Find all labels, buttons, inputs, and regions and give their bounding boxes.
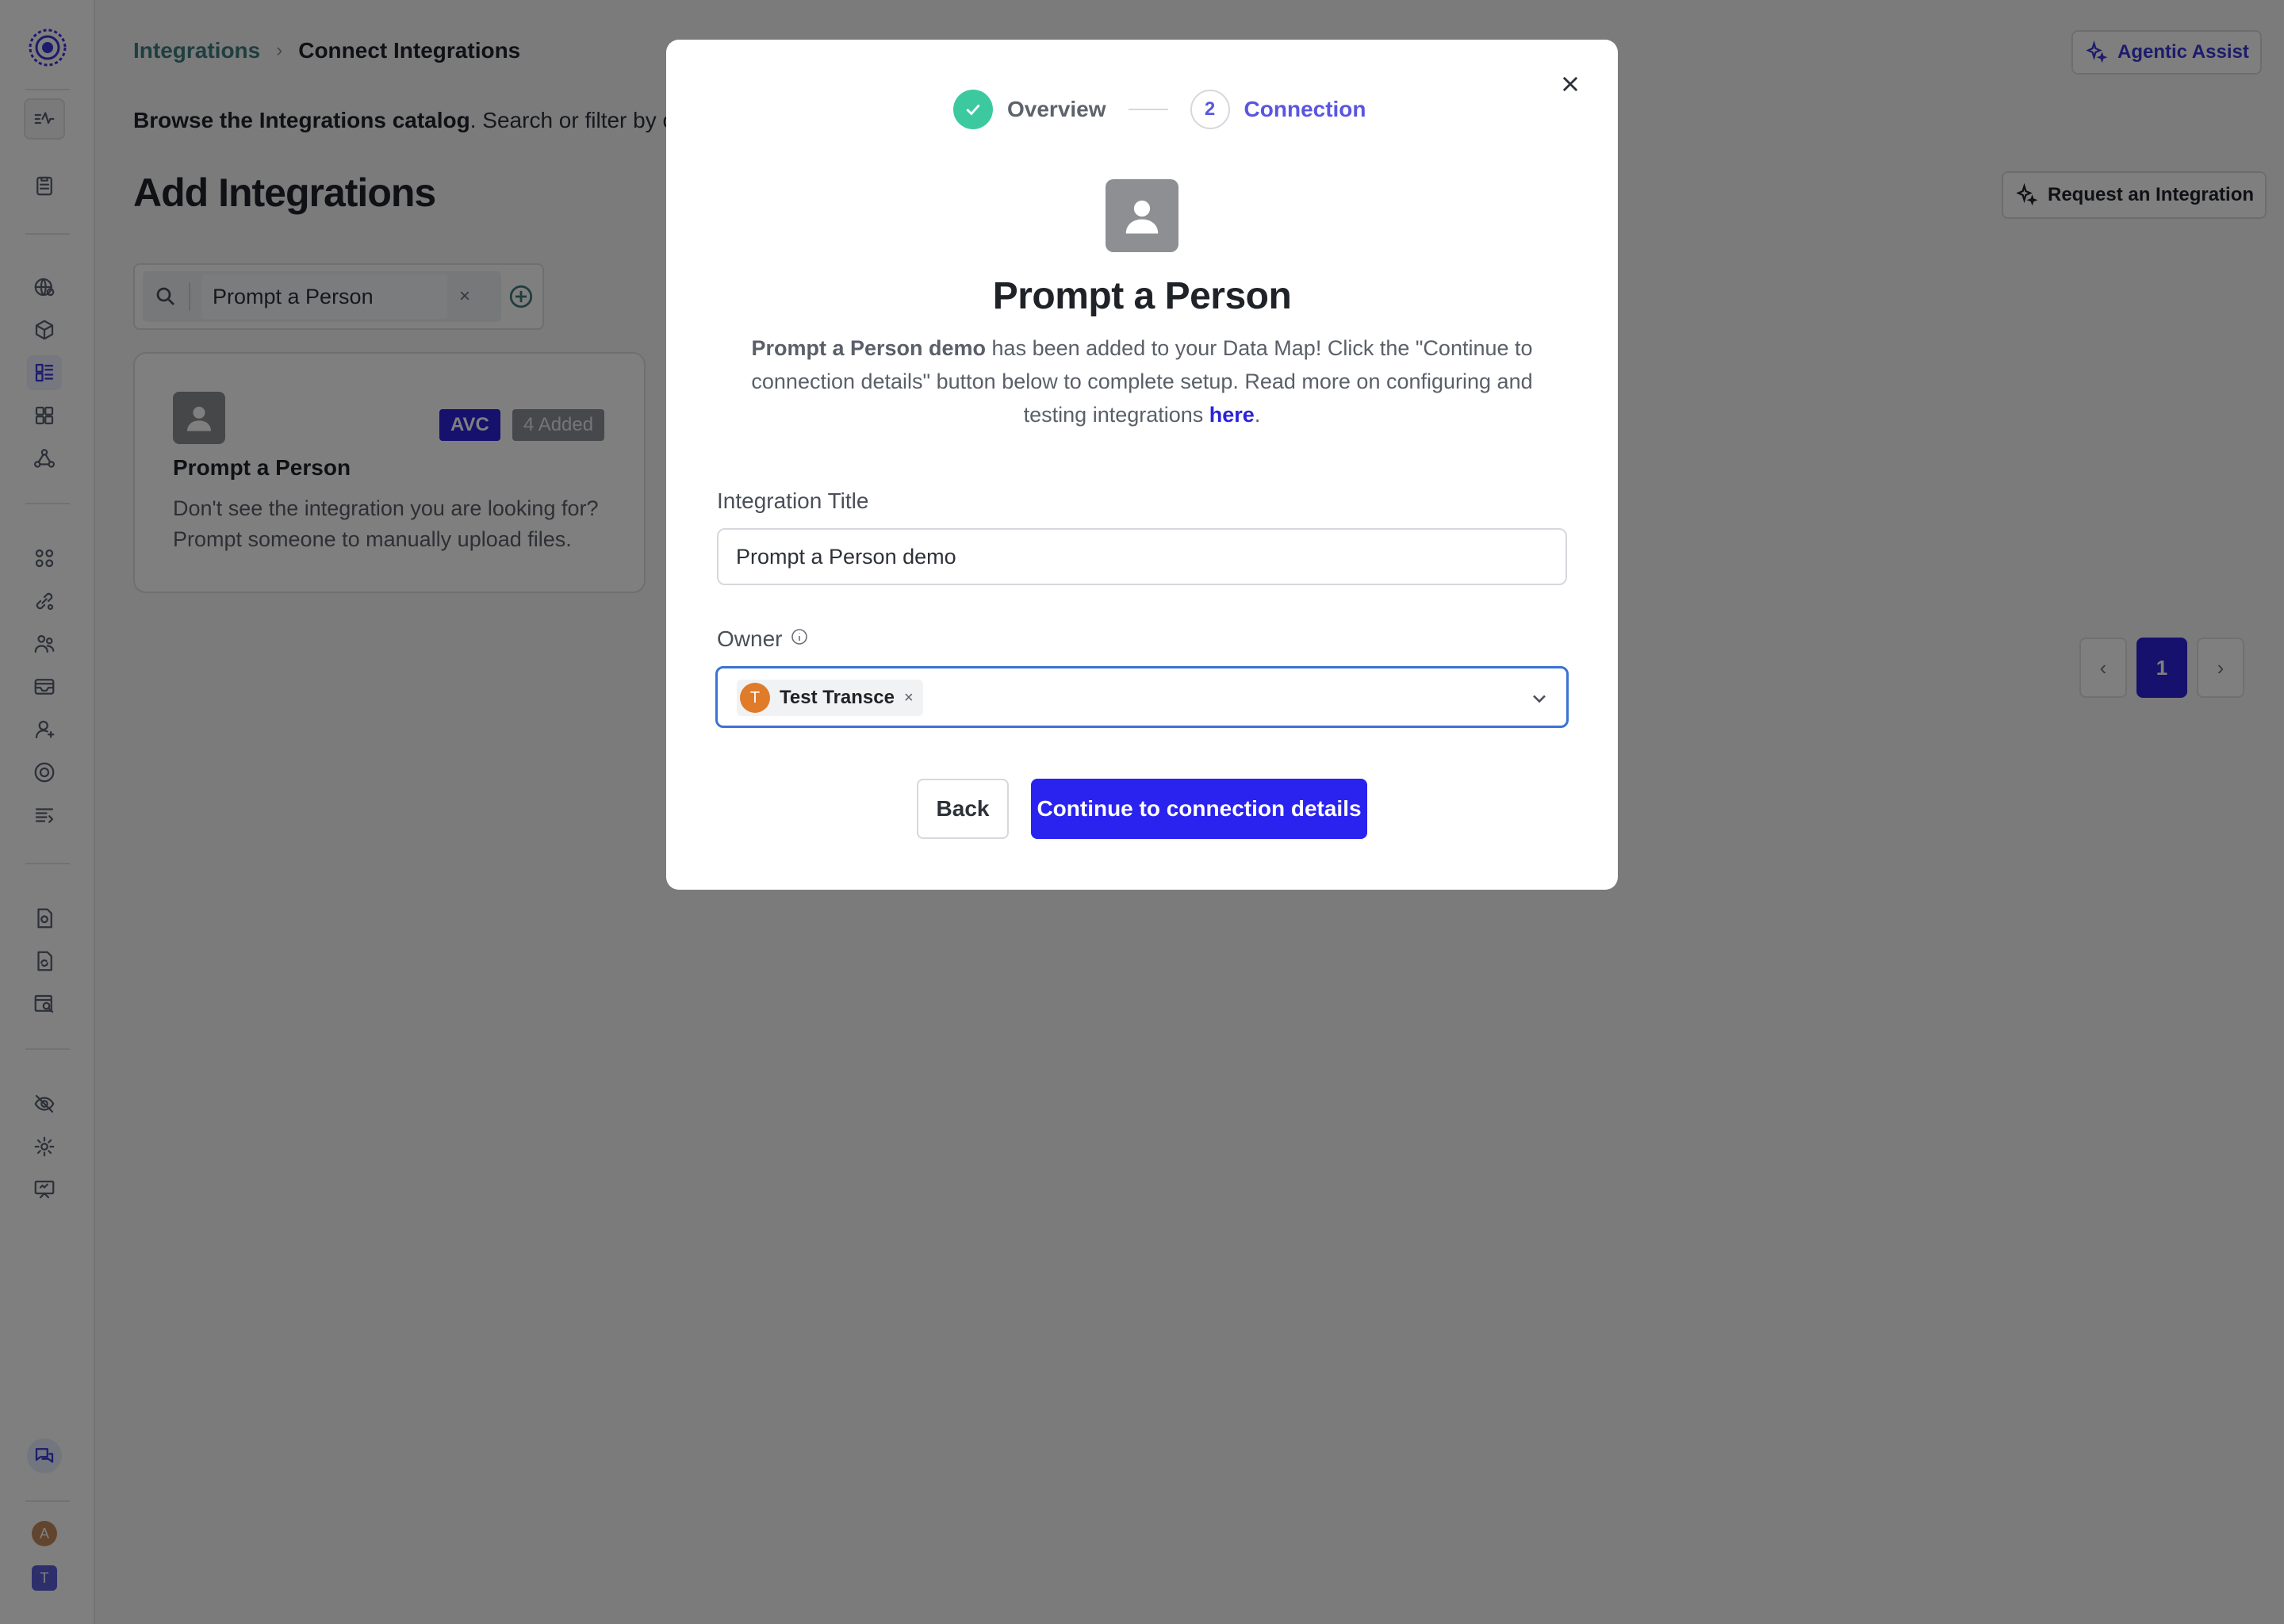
integration-title-label: Integration Title xyxy=(717,488,868,514)
integration-title-label-text: Integration Title xyxy=(717,488,869,513)
continue-button[interactable]: Continue to connection details xyxy=(1031,779,1367,839)
modal-desc-end: . xyxy=(1254,403,1261,427)
check-icon xyxy=(953,90,993,129)
person-icon xyxy=(1106,179,1178,252)
owner-label: Owner xyxy=(717,626,809,652)
owner-avatar: T xyxy=(740,683,770,713)
integration-modal: Overview 2 Connection Prompt a Person Pr… xyxy=(666,40,1618,890)
step-connector xyxy=(1128,109,1168,110)
step-overview-label[interactable]: Overview xyxy=(1007,97,1106,122)
step-number: 2 xyxy=(1190,90,1230,129)
owner-label-text: Owner xyxy=(717,626,783,651)
owner-chip: T Test Transce × xyxy=(737,680,923,716)
close-icon[interactable] xyxy=(1554,68,1586,100)
modal-desc-bold: Prompt a Person demo xyxy=(751,336,987,360)
stepper: Overview 2 Connection xyxy=(953,89,1366,130)
integration-title-input[interactable] xyxy=(717,528,1567,585)
info-icon[interactable] xyxy=(790,626,809,652)
here-link[interactable]: here xyxy=(1209,403,1255,427)
app-root: A T Integrations › Connect Integrations … xyxy=(0,0,2284,1624)
owner-remove-button[interactable]: × xyxy=(904,689,914,707)
back-button[interactable]: Back xyxy=(917,779,1009,839)
owner-select[interactable]: T Test Transce × xyxy=(715,666,1569,728)
modal-description: Prompt a Person demo has been added to y… xyxy=(722,331,1562,431)
owner-name: Test Transce xyxy=(780,687,895,708)
chevron-down-icon[interactable] xyxy=(1528,688,1550,710)
step-connection-label: Connection xyxy=(1244,97,1366,121)
modal-title: Prompt a Person xyxy=(992,275,1292,317)
